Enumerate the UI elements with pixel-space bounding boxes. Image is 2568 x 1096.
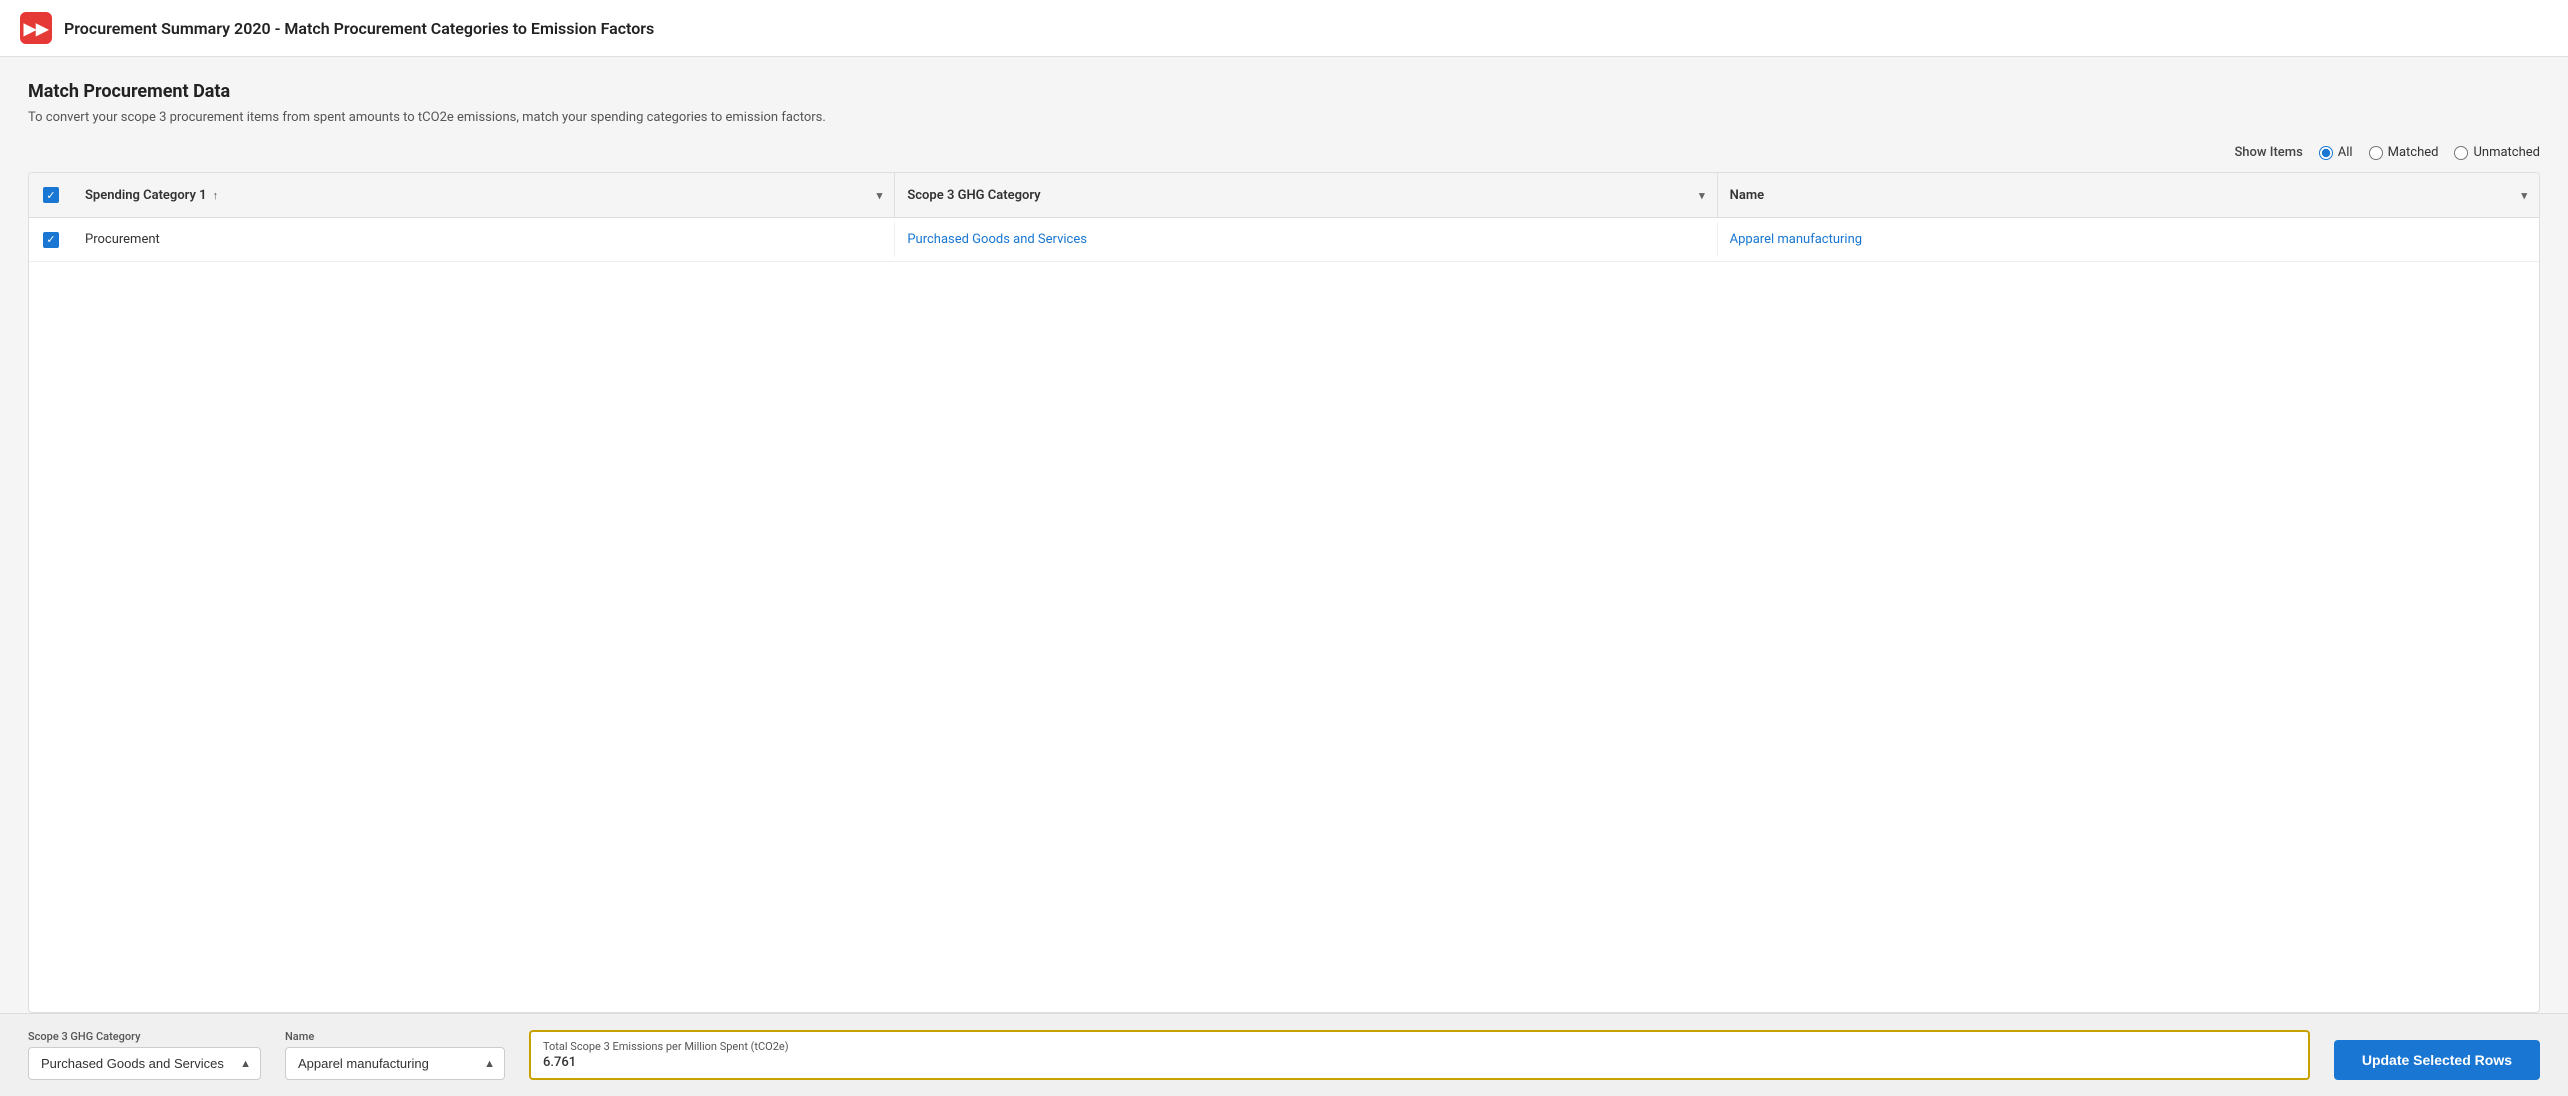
cell-spending-category: Procurement	[73, 222, 895, 257]
row-checkbox-cell[interactable]: ✓	[29, 232, 73, 248]
name-field-label: Name	[285, 1030, 505, 1043]
col-header-ghg-category[interactable]: Scope 3 GHG Category ▾	[895, 173, 1717, 217]
name-select-wrapper: Apparel manufacturing ▲	[285, 1047, 505, 1080]
select-all-checkbox[interactable]: ✓	[43, 187, 59, 203]
radio-all[interactable]: All	[2319, 145, 2353, 160]
update-selected-rows-button[interactable]: Update Selected Rows	[2334, 1040, 2540, 1080]
radio-all-label: All	[2338, 145, 2353, 160]
radio-unmatched[interactable]: Unmatched	[2454, 145, 2540, 160]
scope3-select[interactable]: Purchased Goods and Services	[28, 1047, 261, 1080]
col-header-spending-category[interactable]: Spending Category 1 ↑ ▾	[73, 173, 895, 217]
table-header-row: ✓ Spending Category 1 ↑ ▾ Scope 3 GHG Ca…	[29, 173, 2539, 218]
radio-matched-input[interactable]	[2369, 146, 2383, 160]
main-content: Match Procurement Data To convert your s…	[0, 57, 2568, 1013]
col-label-spending-category: Spending Category 1	[85, 188, 207, 203]
radio-matched[interactable]: Matched	[2369, 145, 2439, 160]
section-title: Match Procurement Data	[28, 81, 2540, 102]
row-checkbox[interactable]: ✓	[43, 232, 59, 248]
radio-all-input[interactable]	[2319, 146, 2333, 160]
scope3-field: Scope 3 GHG Category Purchased Goods and…	[28, 1030, 261, 1080]
emissions-value: 6.761	[543, 1055, 2296, 1070]
scope3-field-label: Scope 3 GHG Category	[28, 1030, 261, 1043]
chevron-icon-name: ▾	[2521, 189, 2527, 202]
data-table: ✓ Spending Category 1 ↑ ▾ Scope 3 GHG Ca…	[28, 172, 2540, 1013]
cell-ghg-category[interactable]: Purchased Goods and Services	[895, 222, 1717, 257]
emissions-field: Total Scope 3 Emissions per Million Spen…	[529, 1030, 2310, 1080]
emissions-field-label: Total Scope 3 Emissions per Million Spen…	[543, 1040, 2296, 1053]
page-title: Procurement Summary 2020 - Match Procure…	[64, 19, 654, 38]
app-logo: ▶▶	[20, 12, 52, 44]
emissions-input-box[interactable]: Total Scope 3 Emissions per Million Spen…	[529, 1030, 2310, 1080]
show-items-bar: Show Items All Matched Unmatched	[28, 145, 2540, 160]
radio-unmatched-input[interactable]	[2454, 146, 2468, 160]
chevron-icon-ghg-category: ▾	[1699, 189, 1705, 202]
chevron-icon-spending-category: ▾	[877, 189, 883, 202]
radio-unmatched-label: Unmatched	[2473, 145, 2540, 160]
header-checkbox-cell[interactable]: ✓	[29, 187, 73, 203]
bottom-panel: Scope 3 GHG Category Purchased Goods and…	[0, 1013, 2568, 1096]
col-label-ghg-category: Scope 3 GHG Category	[907, 188, 1040, 203]
radio-matched-label: Matched	[2388, 145, 2439, 160]
scope3-select-wrapper: Purchased Goods and Services ▲	[28, 1047, 261, 1080]
radio-group-show-items: All Matched Unmatched	[2319, 145, 2540, 160]
table-row: ✓ Procurement Purchased Goods and Servic…	[29, 218, 2539, 262]
page-header: ▶▶ Procurement Summary 2020 - Match Proc…	[0, 0, 2568, 57]
name-select[interactable]: Apparel manufacturing	[285, 1047, 505, 1080]
sort-icon-spending-category: ↑	[213, 189, 219, 202]
show-items-label: Show Items	[2234, 145, 2302, 160]
section-description: To convert your scope 3 procurement item…	[28, 110, 2540, 125]
cell-name[interactable]: Apparel manufacturing	[1718, 222, 2539, 257]
name-field: Name Apparel manufacturing ▲	[285, 1030, 505, 1080]
col-header-name[interactable]: Name ▾	[1718, 173, 2539, 217]
col-label-name: Name	[1730, 188, 1764, 203]
